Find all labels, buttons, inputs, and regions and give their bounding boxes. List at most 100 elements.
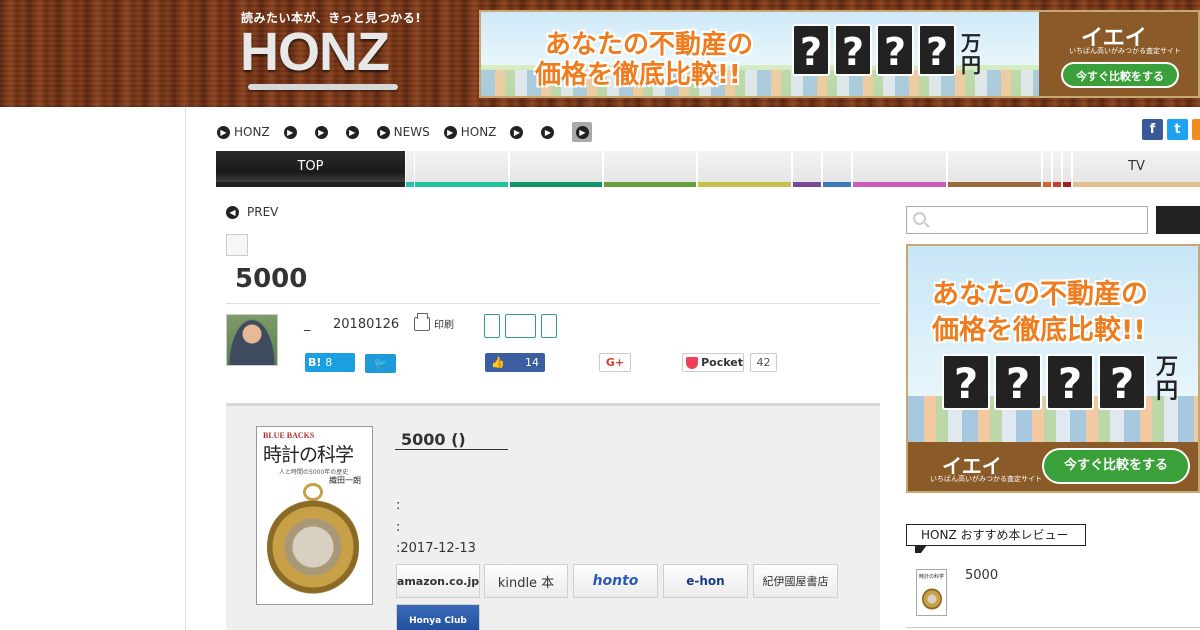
nav-tab-tv[interactable]: TV bbox=[1073, 151, 1200, 187]
store-kinokuniya-button[interactable]: 紀伊國屋書店 bbox=[753, 564, 838, 598]
recommend-heading: HONZ おすすめ本レビュー bbox=[906, 524, 1086, 553]
nav-tab[interactable] bbox=[1043, 151, 1051, 187]
twitter-bird-icon: 🐦 bbox=[373, 357, 388, 370]
nav-tab[interactable] bbox=[406, 151, 414, 187]
ad-price-digit: ? bbox=[1098, 354, 1146, 410]
ad-cta-button[interactable]: 今すぐ比較をする bbox=[1042, 448, 1190, 484]
print-button[interactable]: 印刷 bbox=[414, 312, 454, 331]
author-name[interactable]: _ bbox=[304, 317, 311, 332]
breadcrumb-item[interactable]: ▶ bbox=[314, 125, 332, 139]
google-plus-button[interactable]: G+ bbox=[599, 353, 631, 372]
search-input[interactable] bbox=[906, 206, 1148, 234]
header-banner-ad[interactable]: あなたの不動産の 価格を徹底比較!! ? ? ? ? 万円 イエイ いちばん高い… bbox=[479, 10, 1200, 98]
nav-tab[interactable] bbox=[853, 151, 946, 187]
breadcrumb-item[interactable]: ▶ bbox=[283, 125, 301, 139]
book-title-link[interactable]: 5000 () bbox=[395, 430, 508, 450]
tag-button[interactable] bbox=[484, 314, 500, 338]
breadcrumb-item-news[interactable]: ▶ NEWS bbox=[376, 125, 430, 139]
nav-tab[interactable] bbox=[948, 151, 1041, 187]
ad-price-boxes: ? ? ? ? bbox=[792, 24, 956, 76]
chevron-right-icon: ▶ bbox=[443, 125, 457, 139]
breadcrumb-item[interactable]: ▶ bbox=[510, 125, 527, 139]
nav-tab[interactable] bbox=[1053, 151, 1061, 187]
prev-article-link[interactable]: ◀ PREV bbox=[226, 205, 278, 219]
ad-price-digit: ? bbox=[834, 24, 872, 76]
ad-brand-sub: いちばん高いがみつかる査定サイト bbox=[1069, 47, 1181, 55]
ad-brand-sub: いちばん高いがみつかる査定サイト bbox=[930, 475, 1042, 483]
store-ehon-button[interactable]: e-hon bbox=[663, 564, 748, 598]
chevron-right-icon: ▶ bbox=[575, 125, 589, 139]
ad-price-digit: ? bbox=[1046, 354, 1094, 410]
nav-tab[interactable] bbox=[793, 151, 821, 187]
site-header: 読みたい本が、きっと見つかる! HONZ あなたの不動産の 価格を徹底比較!! … bbox=[0, 0, 1200, 107]
pocket-button[interactable]: Pocket bbox=[682, 353, 744, 372]
page-title: 5000 bbox=[235, 264, 308, 294]
book-cover-image[interactable]: BLUE BACKS 時計の科学 人と時間の5000年の歴史 織田一朗 bbox=[256, 426, 373, 605]
store-amazon-button[interactable]: amazon.co.jp bbox=[396, 564, 480, 598]
search-button[interactable] bbox=[1156, 206, 1200, 234]
breadcrumb-item-honz[interactable]: ▶ HONZ bbox=[217, 125, 270, 139]
chevron-right-icon: ▶ bbox=[283, 125, 297, 139]
sidebar-banner-ad[interactable]: あなたの不動産の 価格を徹底比較!! ? ? ? ? 万円 イエイ いちばん高い… bbox=[906, 244, 1200, 493]
site-logo[interactable]: HONZ bbox=[240, 22, 390, 82]
ad-brand: イエイ いちばん高いがみつかる査定サイト 今すぐ比較をする bbox=[1039, 12, 1198, 96]
twitter-icon[interactable]: t bbox=[1167, 119, 1188, 140]
facebook-like-button[interactable]: 👍 14 bbox=[485, 353, 545, 372]
book-meta-date: :2017-12-13 bbox=[396, 541, 476, 556]
nav-tab[interactable] bbox=[823, 151, 851, 187]
hatena-bookmark-button[interactable]: B! 8 bbox=[305, 353, 355, 372]
tag-button[interactable] bbox=[505, 314, 536, 338]
ad-price-digit: ? bbox=[876, 24, 914, 76]
chevron-left-icon: ◀ bbox=[226, 205, 239, 219]
logo-underline bbox=[248, 84, 398, 90]
twitter-share-button[interactable]: 🐦 bbox=[365, 354, 396, 373]
store-honto-button[interactable]: honto bbox=[573, 564, 658, 598]
social-links: f t bbox=[1142, 119, 1200, 140]
printer-icon bbox=[414, 312, 430, 331]
pocket-watch-icon bbox=[922, 588, 942, 610]
breadcrumb-item[interactable]: ▶ bbox=[541, 125, 558, 139]
page: 読みたい本が、きっと見つかる! HONZ あなたの不動産の 価格を徹底比較!! … bbox=[0, 0, 1200, 630]
ad-unit: 万円 bbox=[1156, 355, 1179, 404]
recommend-thumbnail[interactable]: 時計の科学 bbox=[916, 569, 947, 616]
pocket-count: 42 bbox=[750, 353, 777, 372]
ad-unit: 万円 bbox=[961, 31, 981, 77]
store-honyaclub-button[interactable]: Honya Club bbox=[396, 604, 480, 630]
ad-headline-2: 価格を徹底比較!! bbox=[535, 60, 741, 90]
category-badge[interactable] bbox=[226, 234, 248, 256]
recommend-divider bbox=[906, 627, 1200, 628]
book-meta-publisher: : bbox=[396, 520, 401, 535]
ad-price-digit: ? bbox=[942, 354, 990, 410]
search-icon bbox=[913, 212, 926, 225]
author-avatar[interactable] bbox=[226, 314, 278, 366]
ad-price-digit: ? bbox=[994, 354, 1042, 410]
chevron-right-icon: ▶ bbox=[217, 125, 230, 139]
chevron-right-icon: ▶ bbox=[376, 125, 390, 139]
breadcrumb-item[interactable]: ▶ bbox=[345, 125, 363, 139]
ad-headline-1: あなたの不動産の bbox=[932, 279, 1148, 310]
rss-feed-icon[interactable] bbox=[1192, 119, 1200, 140]
ad-headline-2: 価格を徹底比較!! bbox=[932, 315, 1146, 346]
recommend-item-title[interactable]: 5000 bbox=[965, 568, 998, 583]
ad-price-boxes: ? ? ? ? bbox=[942, 354, 1146, 410]
nav-tab[interactable] bbox=[415, 151, 508, 187]
ad-cta-button[interactable]: 今すぐ比較をする bbox=[1061, 62, 1179, 88]
chevron-right-icon: ▶ bbox=[345, 125, 359, 139]
nav-tab[interactable] bbox=[604, 151, 696, 187]
category-nav: TOP TV bbox=[216, 151, 1200, 187]
nav-tab[interactable] bbox=[1063, 151, 1071, 187]
nav-tab-top[interactable]: TOP bbox=[216, 151, 405, 187]
tag-button[interactable] bbox=[541, 314, 557, 338]
nav-tab[interactable] bbox=[698, 151, 791, 187]
article-date: 20180126 bbox=[333, 317, 400, 332]
ad-price-digit: ? bbox=[792, 24, 830, 76]
store-kindle-button[interactable]: kindle 本 bbox=[484, 564, 568, 598]
nav-tab[interactable] bbox=[510, 151, 602, 187]
chevron-right-icon: ▶ bbox=[541, 125, 555, 139]
facebook-icon[interactable]: f bbox=[1142, 119, 1163, 140]
thumbs-up-icon: 👍 bbox=[491, 356, 505, 369]
title-divider bbox=[226, 303, 880, 304]
breadcrumb-item-honz-2[interactable]: ▶ HONZ bbox=[443, 125, 496, 139]
pocket-icon bbox=[686, 356, 699, 369]
content-divider bbox=[185, 107, 186, 630]
